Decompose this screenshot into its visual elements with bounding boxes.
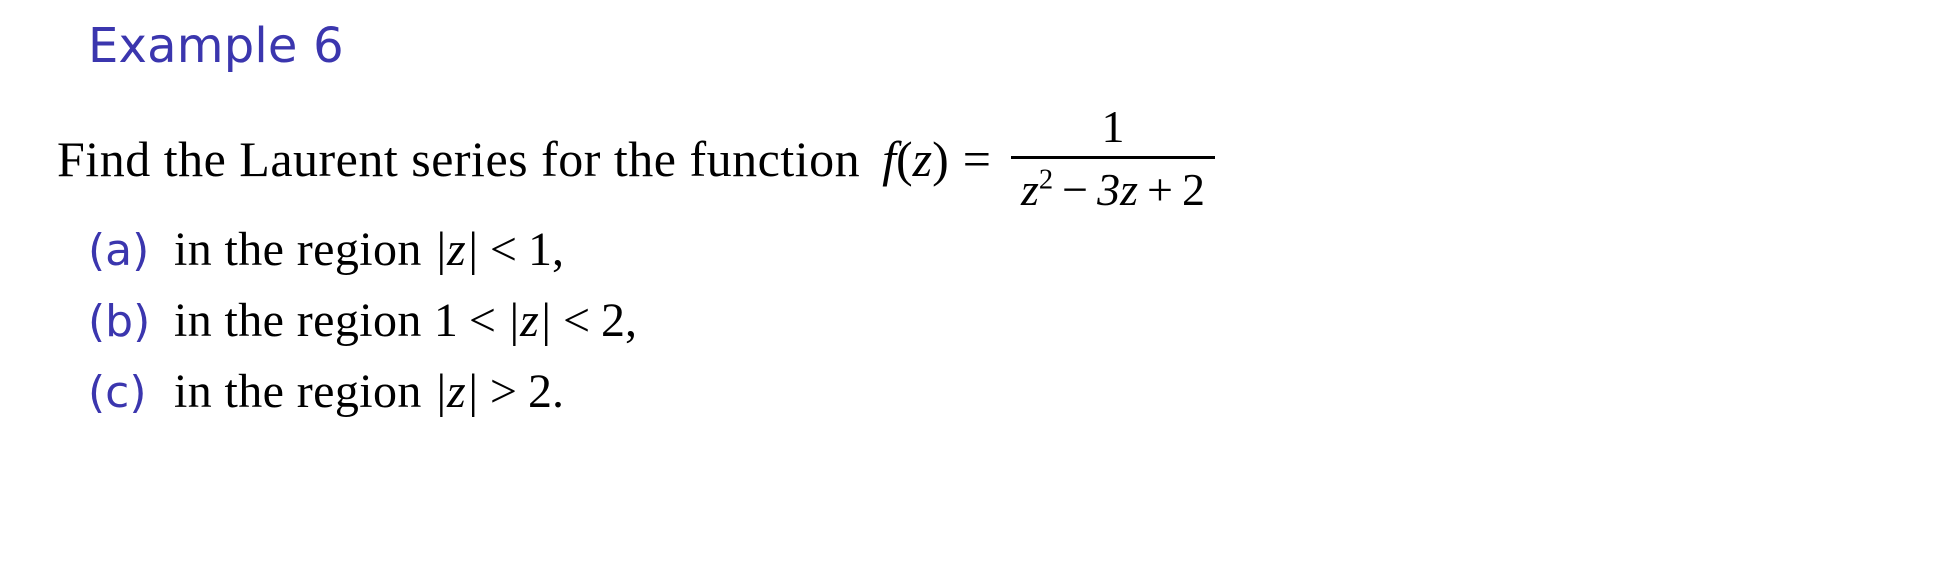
list-item-math-a: |z| <1, bbox=[422, 222, 564, 277]
relation-b-2: < bbox=[562, 294, 591, 347]
problem-statement-text: Find the Laurent series for the function bbox=[57, 130, 861, 187]
relation-c: > bbox=[489, 365, 517, 418]
page-title: Example 6 bbox=[88, 18, 344, 74]
region-upper-bound-b: 2, bbox=[601, 294, 638, 347]
list-item-text-b: in the region bbox=[174, 294, 422, 347]
denominator-plus-sign: + bbox=[1147, 164, 1173, 215]
region-modulus-b: |z| bbox=[506, 294, 552, 347]
denominator-three-z: 3z bbox=[1097, 164, 1139, 215]
fraction-denominator: z2−3z +2 bbox=[1011, 159, 1215, 213]
fraction-numerator: 1 bbox=[1101, 101, 1125, 152]
function-variable: z bbox=[912, 130, 933, 187]
list-item-math-b: 1 < |z| <2, bbox=[422, 293, 637, 348]
denominator-z: z bbox=[1021, 164, 1039, 215]
list-item-label-b: (b) bbox=[88, 296, 151, 347]
list-item: (c) in the region |z| >2. bbox=[88, 364, 1888, 435]
list-item: (a) in the region |z| <1, bbox=[88, 222, 1888, 293]
list-item-text-a: in the region bbox=[174, 223, 422, 276]
problem-statement: Find the Laurent series for the function… bbox=[57, 104, 1215, 213]
close-paren: ) bbox=[932, 130, 949, 187]
region-lower-bound-b: 1 bbox=[433, 294, 458, 347]
region-modulus-a: |z| bbox=[433, 223, 479, 276]
equals-sign: = bbox=[962, 130, 991, 187]
denominator-exponent: 2 bbox=[1038, 164, 1054, 196]
region-bound-a: 1, bbox=[527, 223, 564, 276]
list-item-label-a: (a) bbox=[88, 225, 150, 276]
denominator-minus-sign: − bbox=[1062, 164, 1089, 215]
function-expression: f(z) bbox=[882, 134, 949, 184]
function-name: f bbox=[882, 130, 897, 187]
list-item: (b) in the region 1 < |z| <2, bbox=[88, 293, 1888, 364]
relation-a: < bbox=[489, 223, 517, 276]
list-item-text-c: in the region bbox=[174, 365, 422, 418]
list-item-math-c: |z| >2. bbox=[422, 364, 564, 419]
denominator-two: 2 bbox=[1181, 164, 1205, 215]
slide-canvas: Example 6 Find the Laurent series for th… bbox=[0, 0, 1938, 568]
fraction: 1 z2−3z +2 bbox=[1011, 104, 1215, 213]
problem-parts-list: (a) in the region |z| <1, (b) in the regi… bbox=[88, 222, 1888, 435]
list-item-label-c: (c) bbox=[88, 367, 147, 418]
region-bound-c: 2. bbox=[527, 365, 564, 418]
open-paren: ( bbox=[896, 130, 913, 187]
relation-b-1: < bbox=[468, 294, 496, 347]
region-modulus-c: |z| bbox=[433, 365, 479, 418]
